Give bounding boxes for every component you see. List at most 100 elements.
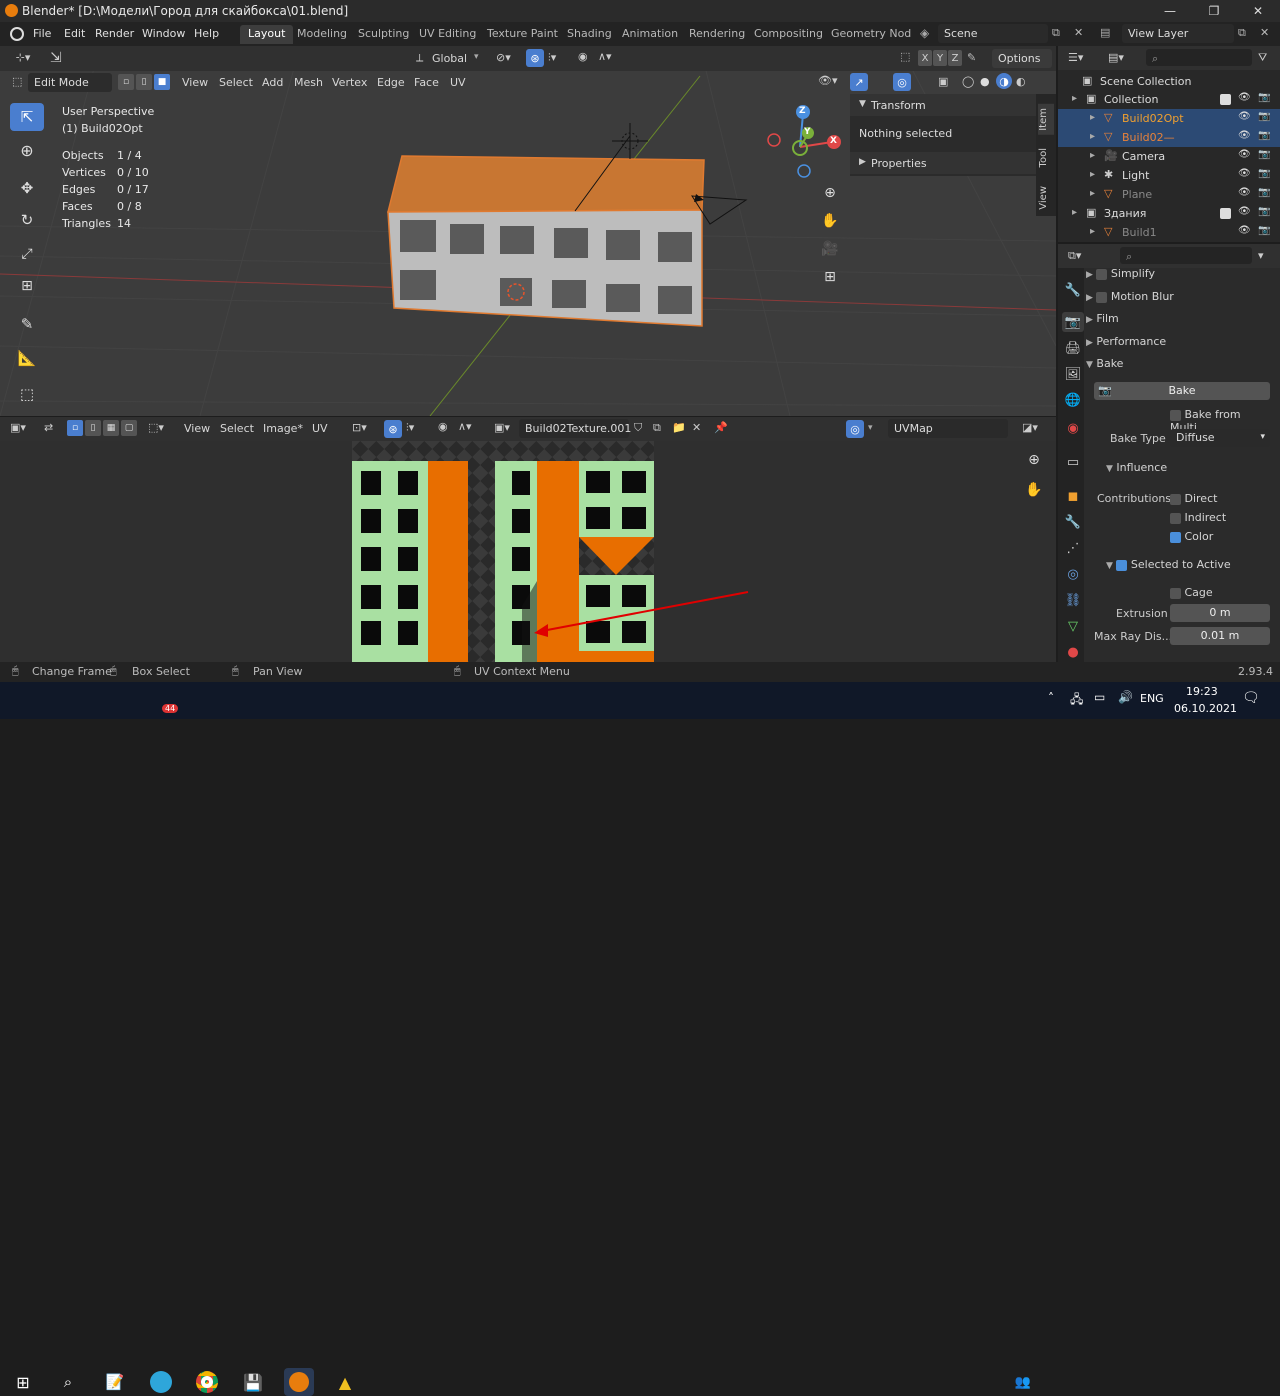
menu-uv[interactable]: UV (450, 76, 466, 89)
outliner-row-light[interactable]: ▸ ✱ Light 👁 📷 (1058, 166, 1280, 185)
outliner-filter-icon[interactable]: ⛛ (1258, 51, 1267, 65)
open-image-icon[interactable]: 📁 (672, 421, 686, 434)
scene-tab-icon[interactable]: 🌐 (1062, 390, 1084, 410)
menu-window[interactable]: Window (142, 27, 185, 40)
render-visibility-icon[interactable]: 📷 (1258, 149, 1270, 160)
bake-from-multires-checkbox[interactable] (1170, 409, 1181, 421)
mirror-z-button[interactable]: Z (948, 50, 962, 66)
uv-overlay-dropdown-icon[interactable]: ▾ (868, 423, 873, 433)
uv-vertex-select-icon[interactable]: ▫ (67, 420, 83, 436)
duplicate-image-icon[interactable]: ⧉ (653, 421, 661, 435)
outliner-row-build1[interactable]: ▸ ▽ Build1 👁 📷 (1058, 223, 1280, 242)
particles-tab-icon[interactable]: ⋰ (1062, 538, 1084, 558)
physics-tab-icon[interactable]: ◎ (1062, 564, 1084, 584)
menu-select[interactable]: Select (219, 76, 253, 89)
tab-geometry-nodes[interactable]: Geometry Nod (823, 25, 919, 44)
menu-view[interactable]: View (182, 76, 208, 89)
fake-user-icon[interactable]: ⛉ (634, 421, 642, 435)
disclosure-triangle-icon[interactable]: ▸ (1090, 131, 1095, 142)
tab-modeling[interactable]: Modeling (289, 25, 355, 44)
delete-scene-icon[interactable]: ✕ (1074, 26, 1083, 39)
snap-target-icon[interactable]: ⫶▾ (548, 51, 556, 65)
menu-render[interactable]: Render (95, 27, 134, 40)
minimize-button[interactable]: — (1148, 0, 1192, 22)
rotate-tool-icon[interactable]: ↻ (10, 206, 44, 234)
menu-help[interactable]: Help (194, 27, 219, 40)
image-name-field[interactable]: Build02Texture.001 (519, 419, 631, 438)
uv-island-select-icon[interactable]: ▢ (121, 420, 137, 436)
world-tab-icon[interactable]: ◉ (1062, 418, 1084, 438)
constraints-tab-icon[interactable]: ⛓ (1062, 590, 1084, 610)
save-disk-icon[interactable]: 💾 (238, 1368, 268, 1396)
properties-search-field[interactable]: ⌕ (1120, 247, 1252, 264)
network-icon[interactable]: 🖧 (1070, 690, 1083, 711)
uv-snap-target-icon[interactable]: ⫶▾ (406, 421, 414, 435)
render-visibility-icon[interactable]: 📷 (1258, 206, 1270, 217)
tab-rendering[interactable]: Rendering (681, 25, 753, 44)
falloff-icon[interactable]: ∧▾ (598, 50, 612, 63)
render-visibility-icon[interactable]: 📷 (1258, 225, 1270, 236)
scene-field[interactable]: Scene (938, 24, 1048, 43)
tab-uv-editing[interactable]: UV Editing (411, 25, 484, 44)
proportional-edit-icon[interactable]: ◉ (578, 50, 588, 63)
disclosure-triangle-icon[interactable]: ▸ (1072, 93, 1077, 104)
render-tab-icon[interactable]: 📷 (1062, 312, 1084, 332)
indirect-checkbox[interactable] (1170, 512, 1181, 524)
uvmap-field[interactable]: UVMap (888, 419, 1008, 438)
orientation-dropdown[interactable]: Global (432, 52, 467, 65)
uv-falloff-icon[interactable]: ∧▾ (458, 420, 472, 433)
bake-type-dropdown[interactable]: Diffuse ▾ (1170, 429, 1270, 447)
menu-mesh[interactable]: Mesh (294, 76, 323, 89)
chrome-icon[interactable] (192, 1368, 222, 1396)
display-icon[interactable]: ▭ (1094, 690, 1105, 704)
navigation-gizmo[interactable]: Z X Y (766, 104, 844, 182)
move-tool-icon[interactable]: ✥ (10, 174, 44, 202)
cursor-tool-icon[interactable]: ⊕ (10, 136, 44, 164)
building-mesh[interactable] (380, 146, 720, 331)
mode-dropdown[interactable]: Edit Mode (28, 73, 112, 92)
mirror-y-button[interactable]: Y (933, 50, 947, 66)
image-browse-icon[interactable]: ▣▾ (494, 421, 510, 434)
uv-zoom-icon[interactable]: ⊕ (1020, 447, 1048, 473)
selected-to-active-subpanel[interactable]: ▼ Selected to Active (1106, 558, 1231, 571)
snap-icon[interactable]: ⊛ (526, 49, 544, 67)
uv-editor[interactable]: ⊕ ✋ (0, 417, 1056, 662)
tab-compositing[interactable]: Compositing (746, 25, 831, 44)
tab-shading[interactable]: Shading (559, 25, 620, 44)
outliner-row-collection[interactable]: ▸ ▣ Collection 👁 📷 (1058, 90, 1280, 109)
visibility-eye-icon[interactable]: 👁 (1238, 225, 1251, 236)
uv-pivot-icon[interactable]: ⊡▾ (352, 421, 367, 434)
blender-menu-icon[interactable] (10, 27, 24, 41)
language-indicator[interactable]: ENG (1140, 692, 1164, 705)
properties-options-icon[interactable]: ▾ (1258, 249, 1264, 262)
xray-icon[interactable]: ▣ (938, 75, 948, 88)
tab-animation[interactable]: Animation (614, 25, 686, 44)
people-icon[interactable]: 👥 (1008, 1368, 1038, 1396)
motion-blur-checkbox[interactable] (1096, 291, 1108, 303)
render-visibility-icon[interactable]: 📷 (1258, 130, 1270, 141)
disclosure-triangle-icon[interactable]: ▸ (1090, 150, 1095, 161)
menu-add[interactable]: Add (262, 76, 283, 89)
wrench-icon[interactable]: ✎ (967, 51, 976, 64)
cage-checkbox[interactable] (1170, 587, 1181, 599)
add-cube-tool-icon[interactable]: ⬚ (10, 380, 44, 408)
outliner-editor-type-icon[interactable]: ☰▾ (1068, 51, 1083, 64)
ortho-grid-icon[interactable]: ⊞ (816, 264, 844, 290)
transform-panel-header[interactable]: ▼ Transform (850, 94, 1036, 116)
blender-taskbar-icon[interactable] (284, 1368, 314, 1396)
properties-editor-type-icon[interactable]: ⧉▾ (1068, 249, 1081, 263)
uv-menu-select[interactable]: Select (220, 422, 254, 435)
visibility-eye-icon[interactable]: 👁 (1238, 149, 1251, 160)
visibility-eye-icon[interactable]: 👁 (1238, 130, 1251, 141)
uv-menu-view[interactable]: View (184, 422, 210, 435)
direct-checkbox[interactable] (1170, 493, 1181, 505)
exclude-checkbox[interactable] (1220, 94, 1231, 105)
notifications-icon[interactable]: 🗨 (1242, 690, 1260, 706)
tray-expand-icon[interactable]: ˄ (1048, 691, 1054, 705)
visibility-eye-icon[interactable]: 👁 (1238, 111, 1251, 122)
maximize-button[interactable]: ❐ (1192, 0, 1236, 22)
simplify-checkbox[interactable] (1096, 268, 1108, 280)
view-layer-tab-icon[interactable]: 🖼 (1062, 364, 1084, 384)
menu-file[interactable]: File (33, 27, 51, 40)
tab-layout[interactable]: Layout (240, 25, 294, 44)
